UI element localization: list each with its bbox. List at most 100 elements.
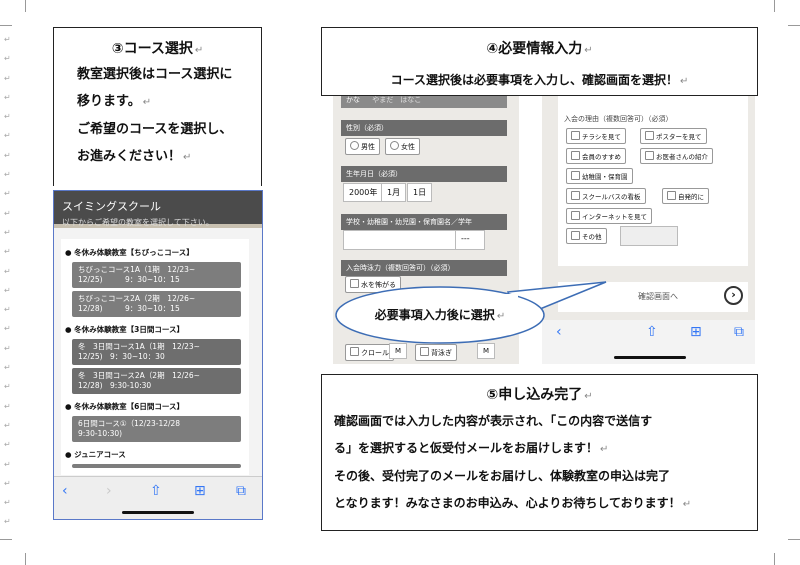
crop-mark-top-left-v [13, 0, 26, 12]
step3-line: 教室選択後はコース選択に [77, 67, 233, 82]
step5-title: ⑤申し込み完了 ↵ [486, 387, 593, 403]
margin-mark: ↵ [4, 324, 11, 334]
forward-icon[interactable]: › [106, 483, 112, 499]
reason-checkbox[interactable]: スクールバスの看板 [566, 188, 646, 204]
gender-male-radio[interactable]: 男性 [345, 138, 380, 155]
back-icon[interactable]: ‹ [62, 483, 68, 499]
step5-line: 確認画面では入力した内容が表示され、「この内容で送信す [334, 414, 653, 428]
margin-mark: ↵ [4, 131, 11, 141]
step3-box: ③コース選択 ↵ 教室選択後はコース選択に 移ります。 ↵ ご希望のコースを選択し、… [53, 27, 262, 186]
other-reason-input[interactable] [620, 226, 678, 246]
margin-mark: ↵ [4, 305, 11, 315]
margin-mark: ↵ [4, 112, 11, 122]
bookmarks-icon[interactable]: ⊞ [194, 483, 206, 499]
course-option[interactable]: 冬 3日間コース2A（2期 12/26~ 12/28) 9:30-10:30 [72, 368, 241, 394]
margin-mark: ↵ [4, 54, 11, 64]
margin-mark: ↵ [4, 170, 11, 180]
reason-checkbox[interactable]: インターネットを見て [566, 208, 652, 224]
reason-checkbox[interactable]: 幼稚園・保育園 [566, 168, 633, 184]
reason-label: 入会の理由（複数回答可）（必須） [564, 115, 673, 123]
school-header: スイミングスクール 以下からご希望の教室を選択して下さい。 [54, 191, 262, 227]
birth-month-select[interactable]: 1月 [381, 183, 407, 202]
margin-mark: ↵ [4, 343, 11, 353]
course-option[interactable]: ちびっこコース2A（2期 12/26~ 12/28) 9：30~10：15 [72, 291, 241, 317]
chevron-right-icon: › [724, 286, 743, 305]
step5-line: その後、受付完了のメールをお届けし、体験教室の申込は完了 [334, 469, 671, 483]
crop-mark-bottom-right-v [774, 553, 787, 565]
step4-title: ④必要情報入力 ↵ [486, 41, 593, 57]
margin-mark: ↵ [4, 420, 11, 430]
phone-screenshot-course-list: スイミングスクール 以下からご希望の教室を選択して下さい。 ● 冬休み体験教室【… [53, 190, 263, 520]
step3-line: ご希望のコースを選択し、 [77, 122, 233, 137]
crop-mark-bottom-right [788, 539, 800, 552]
school-label: 学校・幼稚園・幼児園・保育園名／学年 [341, 214, 507, 230]
crop-mark-top-left [0, 13, 12, 26]
grade-select[interactable]: --- [455, 230, 485, 250]
course-option[interactable]: 冬 3日間コース1A（1期 12/23~ 12/25) 9：30~10：30 [72, 339, 241, 365]
course-section-title: ● ジュニアコース [65, 450, 126, 459]
step5-line: となります！みなさまのお申込み、心よりお待ちしております！ ↵ [334, 496, 692, 510]
course-option-partial[interactable] [72, 464, 241, 468]
margin-mark: ↵ [4, 285, 11, 295]
reason-checkbox[interactable]: チラシを見て [566, 128, 626, 144]
home-indicator [122, 511, 194, 514]
margin-mark: ↵ [4, 266, 11, 276]
margin-mark: ↵ [4, 73, 11, 83]
reason-checkbox[interactable]: 会員のすすめ [566, 148, 626, 164]
share-icon[interactable]: ⇧ [646, 324, 658, 340]
step5-body: 確認画面では入力した内容が表示され、「この内容で送信す る」を選択すると仮受付メ… [322, 404, 757, 518]
margin-mark: ↵ [4, 92, 11, 102]
margin-mark: ↵ [4, 363, 11, 373]
kana-row: かな やまだ はなこ [341, 96, 507, 108]
step4-subtitle: コース選択後は必要事項を入力し、確認画面を選択！ ↵ [390, 73, 689, 87]
course-section-title: ● 冬休み体験教室【3日間コース】 [65, 325, 184, 334]
gender-label: 性別（必須） [341, 120, 507, 136]
reason-card: 入会の理由（複数回答可）（必須） チラシを見て ポスターを見て 会員のすすめ お… [558, 96, 748, 266]
margin-mark: ↵ [4, 208, 11, 218]
reason-checkbox[interactable]: 自発的に [662, 188, 709, 204]
bookmarks-icon[interactable]: ⊞ [690, 324, 702, 340]
step3-line: 移ります。 ↵ [77, 94, 152, 109]
tabs-icon[interactable]: ⧉ [236, 483, 246, 499]
margin-mark: ↵ [4, 478, 11, 488]
reason-checkbox[interactable]: お医者さんの紹介 [640, 148, 713, 164]
callout-text: 必要事項入力後に選択 ↵ [374, 308, 506, 322]
step5-box: ⑤申し込み完了 ↵ 確認画面では入力した内容が表示され、「この内容で送信す る」を… [321, 374, 758, 531]
margin-mark: ↵ [4, 247, 11, 257]
step5-line: る」を選択すると仮受付メールをお届けします！ ↵ [334, 441, 609, 455]
course-option[interactable]: ちびっこコース1A（1期 12/23~ 12/25) 9：30~10：15 [72, 262, 241, 288]
margin-mark: ↵ [4, 440, 11, 450]
margin-mark: ↵ [4, 227, 11, 237]
course-section-title: ● 冬休み体験教室【6日間コース】 [65, 402, 184, 411]
margin-mark: ↵ [4, 401, 11, 411]
paragraph-marks: ↵ ↵ ↵ ↵ ↵ ↵ ↵ ↵ ↵ ↵ ↵ ↵ ↵ ↵ ↵ ↵ ↵ ↵ ↵ ↵ ↵ ↵ ↵ ↵ ↵ ↵ [4, 30, 14, 530]
course-list: ● 冬休み体験教室【ちびっこコース】 ちびっこコース1A（1期 12/23~ 1… [61, 239, 249, 475]
school-name-input[interactable] [343, 230, 463, 250]
browser-toolbar: ‹ › ⇧ ⊞ ⧉ [54, 476, 262, 519]
step3-title: ③コース選択 ↵ [111, 41, 204, 57]
course-option[interactable]: 6日間コース①（12/23-12/28 9:30-10:30) [72, 416, 241, 442]
gender-female-radio[interactable]: 女性 [385, 138, 420, 155]
reason-checkbox[interactable]: その他 [566, 228, 607, 244]
kana-placeholder[interactable]: やまだ はなこ [372, 96, 421, 104]
margin-mark: ↵ [4, 459, 11, 469]
confirm-button-label: 確認画面へ [638, 292, 678, 301]
margin-mark: ↵ [4, 498, 11, 508]
birth-year-select[interactable]: 2000年 [343, 183, 384, 202]
crop-mark-bottom-left [0, 539, 12, 552]
crop-mark-top-right [788, 13, 800, 26]
tabs-icon[interactable]: ⧉ [734, 324, 744, 340]
share-icon[interactable]: ⇧ [150, 483, 162, 499]
margin-mark: ↵ [4, 35, 11, 44]
course-section-title: ● 冬休み体験教室【ちびっこコース】 [65, 248, 194, 257]
reason-checkbox[interactable]: ポスターを見て [640, 128, 707, 144]
margin-mark: ↵ [4, 150, 11, 160]
step4-box: ④必要情報入力 ↵ コース選択後は必要事項を入力し、確認画面を選択！ ↵ [321, 27, 758, 96]
school-title: スイミングスクール [62, 200, 161, 213]
margin-mark: ↵ [4, 382, 11, 392]
birth-day-select[interactable]: 1日 [407, 183, 433, 202]
margin-mark: ↵ [4, 189, 11, 199]
step3-body: 教室選択後はコース選択に 移ります。 ↵ ご希望のコースを選択し、 お進みください… [54, 58, 261, 171]
birthdate-label: 生年月日（必須） [341, 166, 507, 182]
crop-mark-top-right-v [774, 0, 787, 12]
